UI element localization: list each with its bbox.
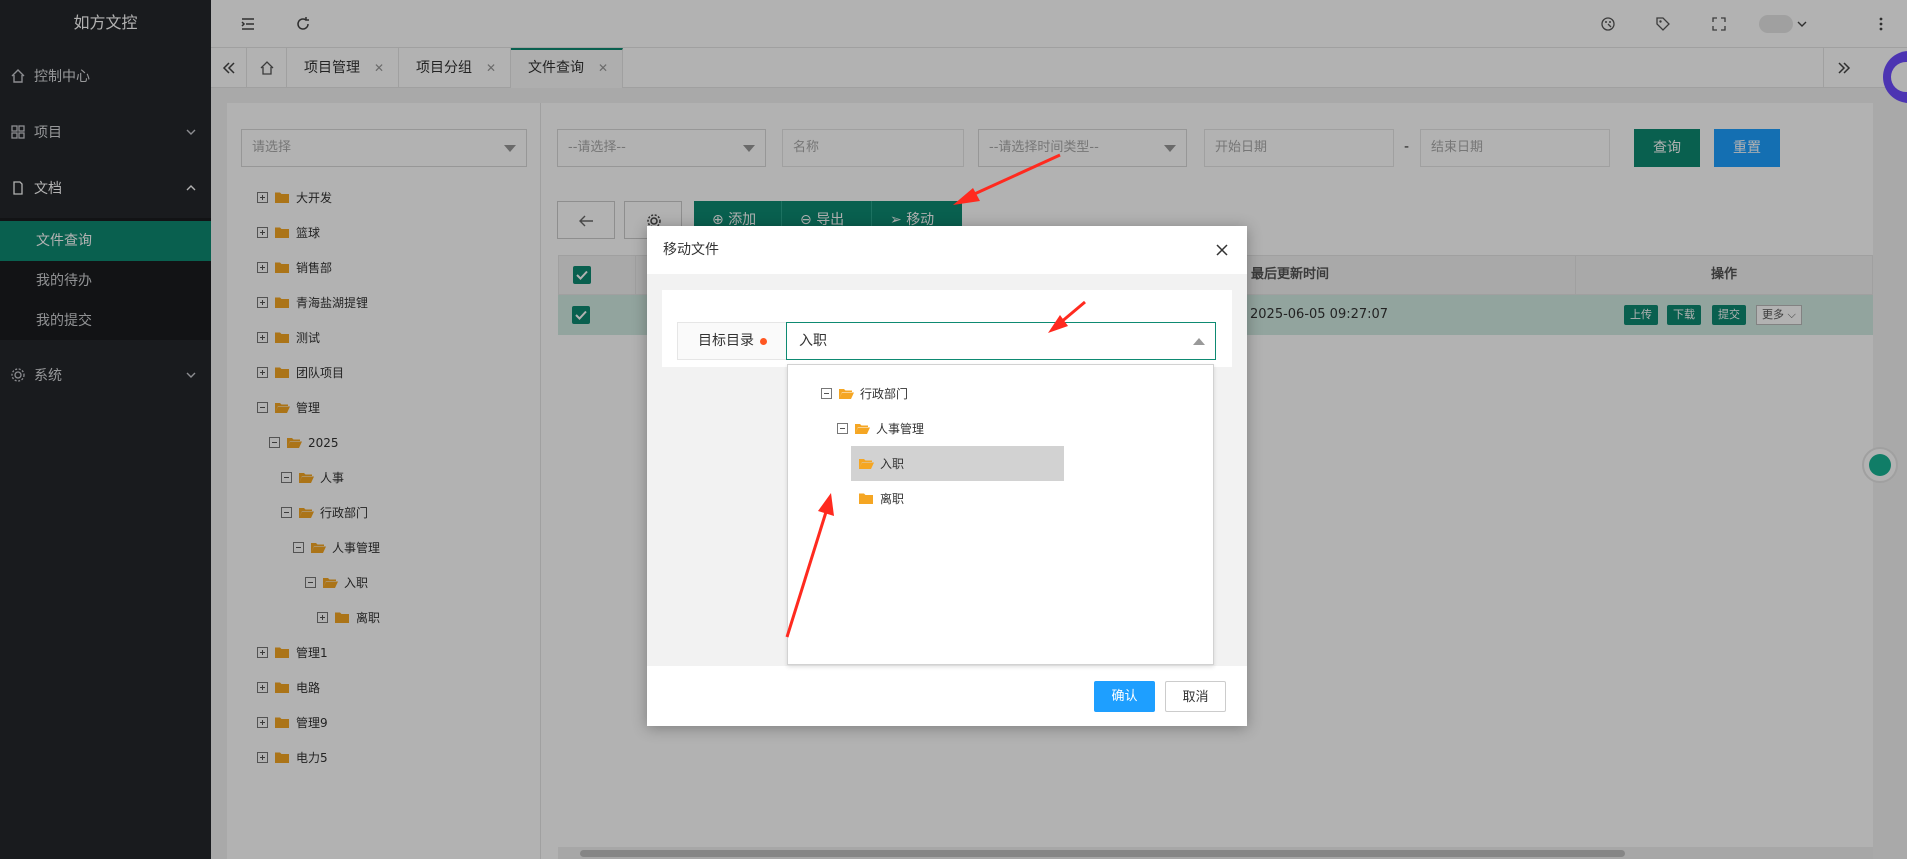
annotation-arrow — [785, 493, 834, 638]
annotation-arrow — [953, 153, 1061, 205]
annotation-arrows — [785, 153, 1086, 638]
annotation-arrow — [1048, 300, 1086, 333]
